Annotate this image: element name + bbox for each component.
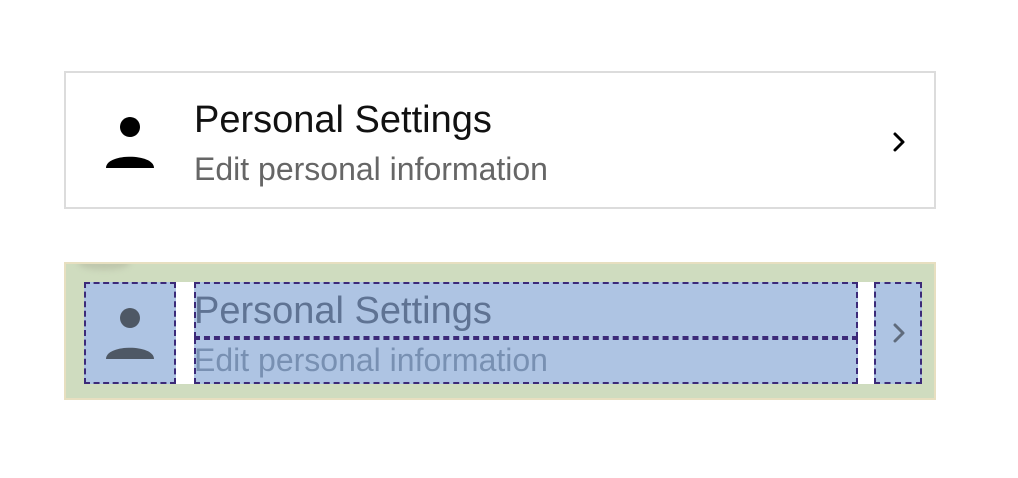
row-title: Personal Settings xyxy=(194,99,492,141)
chevron-right-icon xyxy=(886,129,912,155)
icon-spacing-gap xyxy=(176,282,194,384)
chevron-right-icon xyxy=(886,320,912,346)
chevron-spacing-gap xyxy=(858,282,874,384)
row-subtitle: Edit personal information xyxy=(194,342,548,378)
personal-settings-row-inspector[interactable]: Personal Settings Edit personal informat… xyxy=(64,262,936,400)
personal-settings-row[interactable]: Personal Settings Edit personal informat… xyxy=(64,71,936,209)
person-icon xyxy=(102,304,158,360)
row-title: Personal Settings xyxy=(194,290,492,332)
page: Personal Settings Edit personal informat… xyxy=(0,0,1018,478)
row-subtitle: Edit personal information xyxy=(194,151,548,187)
inspector-edge-shadow xyxy=(78,264,130,270)
person-icon xyxy=(102,113,158,169)
